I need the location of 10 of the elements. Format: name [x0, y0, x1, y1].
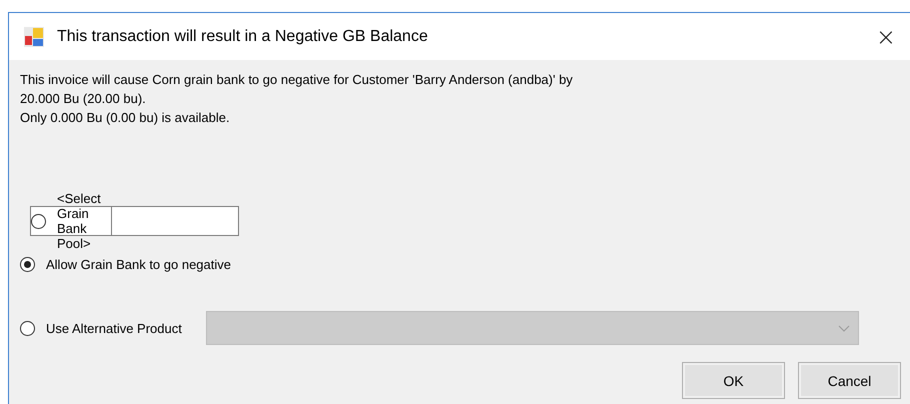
option-label: Allow Grain Bank to go negative: [46, 256, 231, 272]
message-text: Only 0.000 Bu (0.00 bu) is available.: [20, 109, 231, 127]
option-label: Use Alternative Product: [46, 320, 182, 336]
message-text: This invoice will cause Corn grain bank to go negative for Customer 'Barry Anderson (andba)' by: [20, 71, 574, 89]
option-label: <Select Grain Bank Pool>: [57, 191, 101, 251]
dialog-button[interactable]: Cancel: [798, 362, 901, 399]
close-button[interactable]: ×: [866, 22, 906, 50]
window-title: This transaction will result in a Negative GB Balance: [57, 28, 429, 46]
dialog-button[interactable]: OK: [682, 362, 785, 399]
message-text: 20.000 Bu (20.00 bu).: [20, 90, 147, 108]
